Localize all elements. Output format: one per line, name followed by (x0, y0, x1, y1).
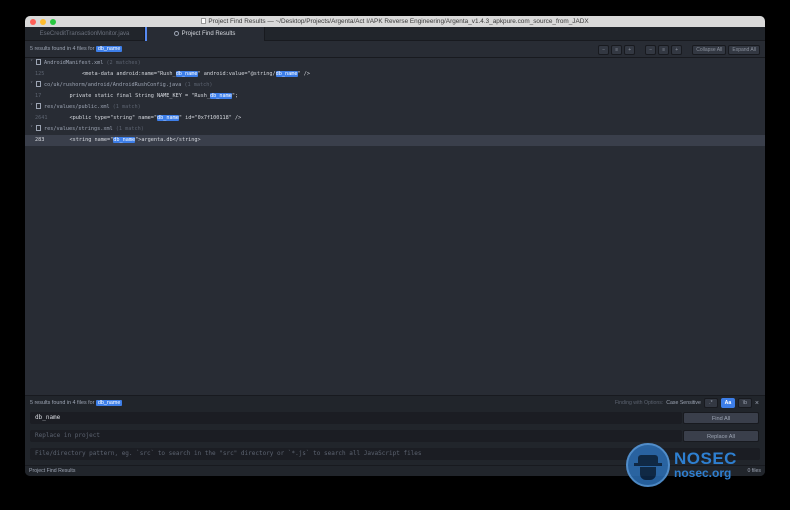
tab-bar: EseCreditTransactionMonitor.java Project… (25, 27, 765, 41)
tab-label: Project Find Results (181, 31, 236, 37)
file-path: res/values/strings.xml (44, 126, 113, 132)
context-before-icon[interactable]: ≡ (611, 45, 623, 55)
match-text-pre: <public type="string" name=" (57, 115, 157, 121)
match-count: (1 match) (115, 126, 144, 132)
results-query: db_name (95, 46, 123, 52)
tab-esecredit[interactable]: EseCreditTransactionMonitor.java (25, 27, 145, 41)
match-text-post: " /> (297, 71, 311, 77)
match-text-pre: private static final String NAME_KEY = "… (57, 93, 211, 99)
watermark-brand: NOSEC (674, 449, 737, 468)
find-all-button[interactable]: Find All (683, 412, 759, 424)
file-icon (36, 81, 41, 87)
collapse-all-button[interactable]: Collapse All (692, 45, 727, 55)
result-file-row[interactable]: ˇ AndroidManifest.xml (2 matches) (25, 58, 765, 69)
find-summary: 5 results found in 4 files for db_name (30, 400, 123, 406)
find-summary-text: 5 results found in 4 files for (30, 400, 95, 406)
match-highlight: db_name (113, 137, 136, 143)
results-summary-text: 5 results found in 4 files for (30, 46, 95, 52)
results-summary: 5 results found in 4 files for db_name −… (25, 41, 765, 58)
line-number: 17 (35, 93, 42, 99)
match-count: (1 match) (112, 104, 141, 110)
title-bar: Project Find Results — ~/Desktop/Project… (25, 16, 765, 27)
find-input[interactable]: db_name (30, 412, 682, 424)
result-match-row[interactable]: 17 private static final String NAME_KEY … (25, 91, 765, 102)
result-match-row-selected[interactable]: 283 <string name="db_name">argenta.db</s… (25, 135, 765, 146)
file-icon (36, 125, 41, 131)
file-icon (36, 103, 41, 109)
result-match-row[interactable]: 125 <meta-data android:name="Rush_db_nam… (25, 69, 765, 80)
find-results-panel: 5 results found in 4 files for db_name −… (25, 41, 765, 395)
results-toolbar: − ≡ + − ≡ + Collapse All Expand All (598, 45, 760, 55)
match-text-post: ">argenta.db</string> (135, 137, 201, 143)
match-count: (2 matches) (106, 60, 141, 66)
result-file-row[interactable]: ˇ res/values/public.xml (1 match) (25, 102, 765, 113)
file-path: AndroidManifest.xml (44, 60, 104, 66)
watermark: NOSEC nosec.org (626, 443, 737, 487)
search-icon (173, 31, 179, 36)
line-number: 2641 (35, 115, 48, 121)
match-text-pre: <string name=" (57, 137, 114, 143)
context-after-icon[interactable]: ≡ (658, 45, 670, 55)
options-label: Finding with Options: (614, 400, 664, 406)
results-list: ˇ AndroidManifest.xml (2 matches) 125 <met… (25, 58, 765, 146)
match-text-pre: <meta-data android:name="Rush_ (57, 71, 176, 77)
match-highlight: db_name (156, 115, 179, 121)
match-text-post: "; (231, 93, 239, 99)
increase-context-after-button[interactable]: + (671, 45, 683, 55)
tab-label: EseCreditTransactionMonitor.java (39, 31, 130, 37)
find-summary-query: db_name (95, 400, 123, 406)
match-count: (1 match) (184, 82, 213, 88)
app-window: Project Find Results — ~/Desktop/Project… (25, 16, 765, 476)
increase-context-before-button[interactable]: + (624, 45, 636, 55)
decrease-context-before-button[interactable]: − (598, 45, 610, 55)
whole-word-toggle[interactable]: \b (737, 398, 752, 408)
close-icon[interactable]: × (755, 400, 759, 407)
status-right: 0 files (747, 468, 761, 474)
watermark-site: nosec.org (674, 466, 732, 480)
replace-input[interactable]: Replace in project (30, 430, 682, 442)
result-file-row[interactable]: ˇ res/values/strings.xml (1 match) (25, 124, 765, 135)
window-title-wrap: Project Find Results — ~/Desktop/Project… (25, 16, 765, 27)
file-path: res/values/public.xml (44, 104, 110, 110)
file-path: co/uk/rushorm/android/AndroidRushConfig.… (44, 82, 182, 88)
status-left[interactable]: Project Find Results (29, 468, 75, 474)
replace-all-button[interactable]: Replace All (683, 430, 759, 442)
match-highlight: db_name (275, 71, 298, 77)
decrease-context-after-button[interactable]: − (645, 45, 657, 55)
case-sensitive-toggle[interactable]: Aa (720, 398, 735, 408)
spy-logo-icon (626, 443, 670, 487)
match-text-mid: " android:value="@string/ (197, 71, 276, 77)
match-highlight: db_name (175, 71, 198, 77)
expand-all-button[interactable]: Expand All (728, 45, 760, 55)
file-icon (36, 59, 41, 65)
match-highlight: db_name (210, 93, 232, 99)
match-text-post: " id="0x7f100118" /> (178, 115, 242, 121)
document-icon (201, 18, 207, 24)
regex-toggle[interactable]: .* (703, 398, 718, 408)
options-value: Case Sensitive (666, 400, 701, 406)
result-file-row[interactable]: ˇ co/uk/rushorm/android/AndroidRushConfig… (25, 80, 765, 91)
line-number: 283 (35, 137, 45, 143)
tab-project-find-results[interactable]: Project Find Results (145, 27, 265, 41)
window-title: Project Find Results — ~/Desktop/Project… (208, 18, 589, 25)
result-match-row[interactable]: 2641 <public type="string" name="db_name… (25, 113, 765, 124)
find-options: Finding with Options: Case Sensitive .* … (615, 398, 759, 408)
line-number: 125 (35, 71, 45, 77)
